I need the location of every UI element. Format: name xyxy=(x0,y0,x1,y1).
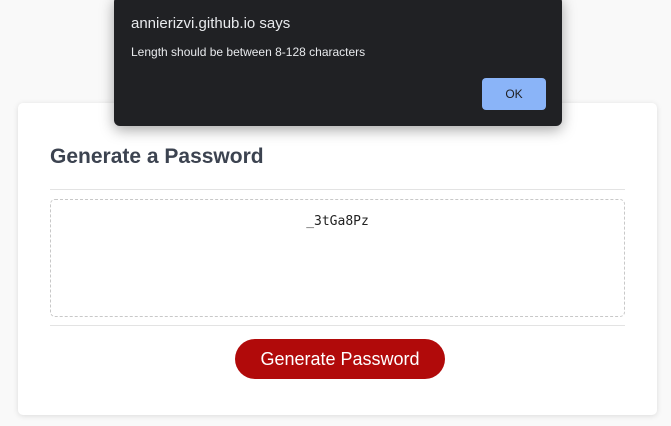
dialog-title: annierizvi.github.io says xyxy=(131,15,291,32)
card-title: Generate a Password xyxy=(50,145,264,168)
footer-divider xyxy=(50,325,625,326)
generated-password: _3tGa8Pz xyxy=(306,214,369,229)
password-generator-card: Generate a Password _3tGa8Pz Generate Pa… xyxy=(18,103,657,415)
password-output[interactable]: _3tGa8Pz xyxy=(50,199,625,317)
dialog-message: Length should be between 8-128 character… xyxy=(131,45,366,59)
header-divider xyxy=(50,189,625,190)
generate-password-button[interactable]: Generate Password xyxy=(235,339,445,379)
alert-dialog: annierizvi.github.io says Length should … xyxy=(114,0,562,126)
ok-button[interactable]: OK xyxy=(482,78,546,110)
